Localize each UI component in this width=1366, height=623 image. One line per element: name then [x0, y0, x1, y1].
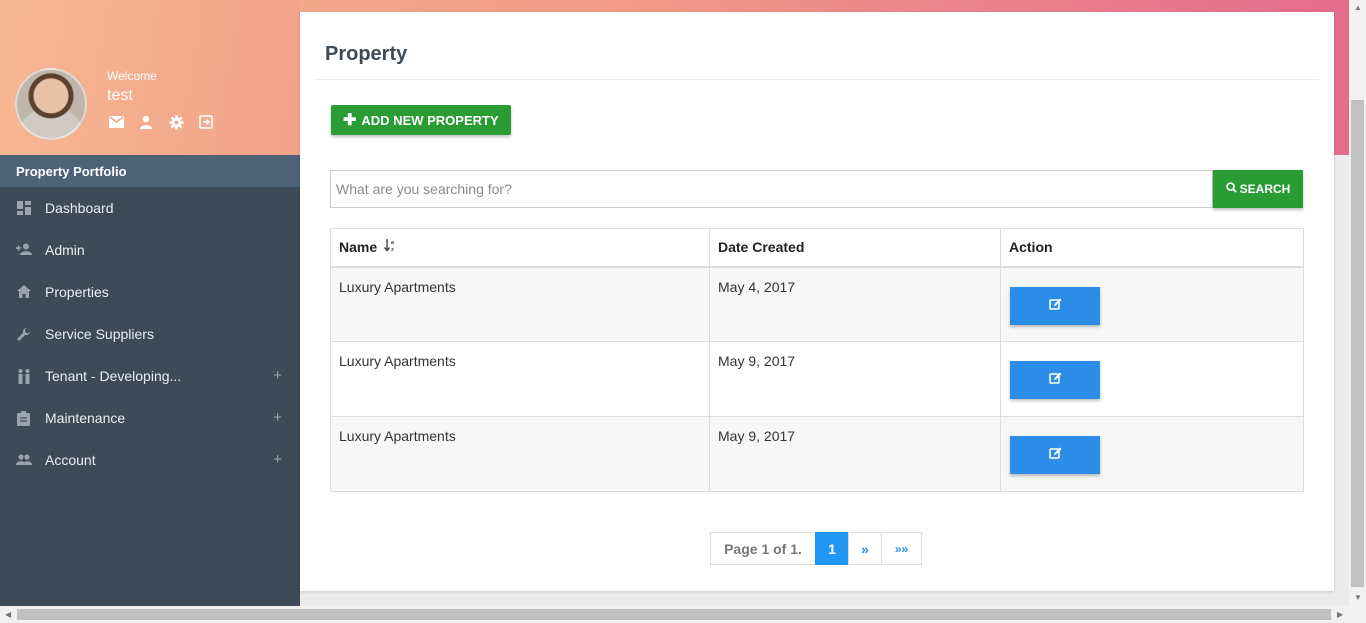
mail-icon[interactable]: [108, 115, 124, 131]
dashboard-icon: [16, 200, 31, 216]
sidebar-item-account[interactable]: Account +: [0, 439, 300, 481]
sidebar-item-admin[interactable]: Admin: [0, 229, 300, 271]
cell-name: Luxury Apartments: [330, 266, 710, 342]
svg-text:a: a: [391, 240, 395, 246]
sidebar-item-label: Service Suppliers: [45, 326, 154, 342]
plus-icon: ✚: [343, 112, 357, 129]
table-row: Luxury Apartments May 4, 2017: [330, 266, 1304, 342]
table-row: Luxury Apartments May 9, 2017: [330, 416, 1304, 492]
cell-name: Luxury Apartments: [330, 416, 710, 492]
add-property-button[interactable]: ✚ ADD NEW PROPERTY: [331, 105, 511, 135]
avatar[interactable]: [15, 68, 87, 140]
sidebar-item-label: Dashboard: [45, 200, 114, 216]
edit-icon: [1048, 447, 1061, 459]
horizontal-scrollbar[interactable]: ◀ ▶: [0, 606, 1366, 623]
property-table: Name az Date Created Action Luxury Apart…: [330, 228, 1304, 492]
sort-icon[interactable]: az: [383, 239, 396, 255]
sidebar: Welcome test Property Portfolio Dashboar…: [0, 0, 300, 606]
home-icon: [16, 284, 31, 300]
sidebar-item-tenant[interactable]: Tenant - Developing... +: [0, 355, 300, 397]
sidebar-item-label: Account: [45, 452, 96, 468]
expand-plus-icon[interactable]: +: [273, 451, 282, 468]
divider: [315, 79, 1319, 80]
search-button-label: SEARCH: [1239, 182, 1291, 196]
username: test: [107, 87, 133, 104]
expand-plus-icon[interactable]: +: [273, 409, 282, 426]
edit-button[interactable]: [1010, 436, 1100, 474]
pagination: Page 1 of 1. 1 » »»: [710, 532, 922, 565]
welcome-label: Welcome: [107, 69, 157, 83]
search-icon: [1225, 182, 1237, 196]
cell-action: [1000, 416, 1304, 492]
table-header-row: Name az Date Created Action: [330, 228, 1304, 268]
profile-panel: Welcome test: [0, 0, 300, 155]
settings-icon[interactable]: [168, 115, 184, 131]
add-property-label: ADD NEW PROPERTY: [361, 112, 499, 128]
cell-date: May 9, 2017: [709, 341, 1001, 417]
edit-button[interactable]: [1010, 286, 1100, 325]
table-row: Luxury Apartments May 9, 2017: [330, 341, 1304, 417]
sidebar-item-label: Properties: [45, 284, 109, 300]
search-button[interactable]: SEARCH: [1213, 170, 1303, 208]
last-page-button[interactable]: »»: [881, 532, 922, 565]
scroll-left-arrow-icon[interactable]: ◀: [5, 610, 11, 619]
user-icon[interactable]: [138, 115, 154, 131]
sidebar-item-label: Admin: [45, 242, 85, 258]
cell-action: [1000, 266, 1304, 342]
column-header-name[interactable]: Name az: [330, 228, 710, 268]
sidebar-item-maintenance[interactable]: Maintenance +: [0, 397, 300, 439]
sidebar-item-dashboard[interactable]: Dashboard: [0, 187, 300, 229]
clipboard-icon: [16, 410, 31, 426]
cell-date: May 9, 2017: [709, 416, 1001, 492]
cell-action: [1000, 341, 1304, 417]
group-icon: [16, 453, 32, 468]
scroll-down-arrow-icon[interactable]: ▼: [1354, 593, 1362, 602]
wrench-icon: [16, 327, 31, 342]
scroll-up-arrow-icon[interactable]: ▲: [1354, 3, 1362, 12]
edit-button[interactable]: [1010, 361, 1100, 399]
logout-icon[interactable]: [198, 115, 214, 131]
column-header-action: Action: [1000, 228, 1304, 268]
next-page-button[interactable]: »: [848, 532, 882, 565]
edit-icon: [1048, 298, 1061, 310]
expand-plus-icon[interactable]: +: [273, 367, 282, 384]
svg-text:z: z: [391, 247, 394, 252]
horizontal-scroll-thumb[interactable]: [17, 609, 1331, 620]
profile-icon-bar: [108, 115, 214, 131]
page-1-button[interactable]: 1: [815, 532, 849, 565]
sidebar-menu: Dashboard Admin Properties Service Suppl…: [0, 187, 300, 481]
cell-date: May 4, 2017: [709, 266, 1001, 342]
sidebar-section-title[interactable]: Property Portfolio: [0, 155, 300, 187]
main-card: Property ✚ ADD NEW PROPERTY SEARCH Name …: [300, 12, 1334, 591]
sidebar-item-service-suppliers[interactable]: Service Suppliers: [0, 313, 300, 355]
vertical-scroll-thumb[interactable]: [1351, 100, 1364, 587]
add-person-icon: [16, 243, 32, 258]
sidebar-item-label: Maintenance: [45, 410, 126, 426]
sidebar-item-properties[interactable]: Properties: [0, 271, 300, 313]
column-header-date[interactable]: Date Created: [709, 228, 1001, 268]
vertical-scrollbar[interactable]: ▲ ▼: [1349, 0, 1366, 606]
page-title: Property: [325, 43, 408, 65]
search-input[interactable]: [330, 170, 1213, 208]
sidebar-item-label: Tenant - Developing...: [45, 368, 182, 384]
cell-name: Luxury Apartments: [330, 341, 710, 417]
pagination-info: Page 1 of 1.: [710, 532, 816, 565]
edit-icon: [1048, 372, 1061, 384]
people-icon: [16, 368, 31, 384]
scroll-right-arrow-icon[interactable]: ▶: [1337, 610, 1343, 619]
